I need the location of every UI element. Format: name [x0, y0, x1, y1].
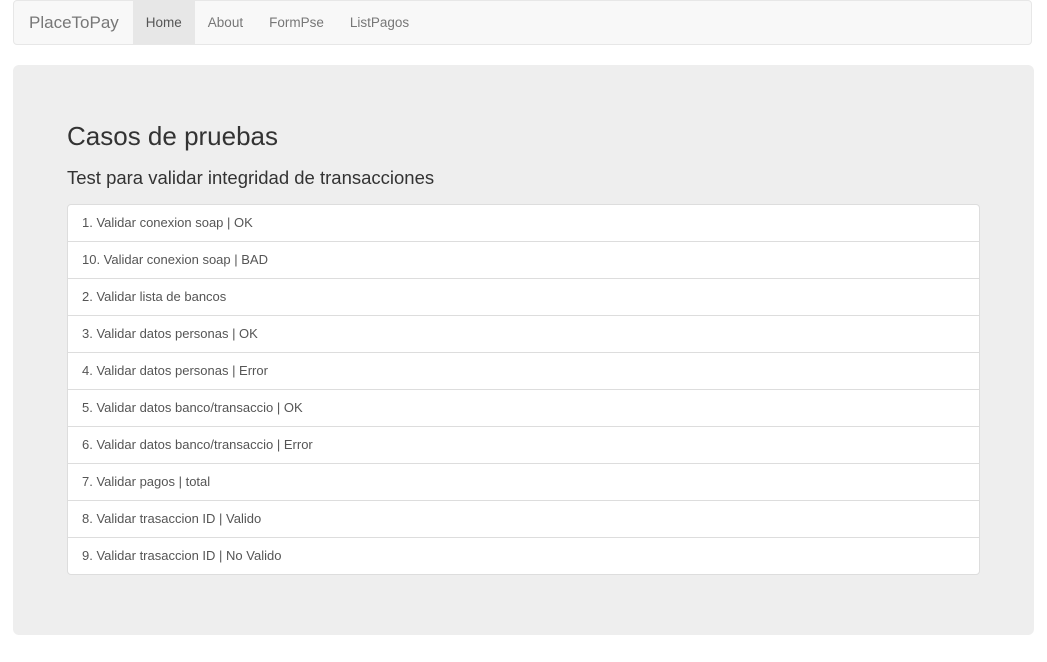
list-item: 3. Validar datos personas | OK	[68, 315, 979, 352]
nav-item-listpagos[interactable]: ListPagos	[337, 1, 422, 44]
list-item: 10. Validar conexion soap | BAD	[68, 241, 979, 278]
page-subtitle: Test para validar integridad de transacc…	[67, 167, 435, 188]
navbar: PlaceToPay Home About FormPse ListPagos	[13, 0, 1032, 45]
test-case-list: 1. Validar conexion soap | OK 10. Valida…	[67, 204, 980, 575]
nav-item-about[interactable]: About	[195, 1, 256, 44]
nav-item-home[interactable]: Home	[132, 1, 195, 44]
list-item: 7. Validar pagos | total	[68, 463, 979, 500]
page-title: Casos de pruebas	[67, 121, 279, 151]
list-item: 6. Validar datos banco/transaccio | Erro…	[68, 426, 979, 463]
nav-item-formpse[interactable]: FormPse	[256, 1, 337, 44]
jumbotron: Casos de pruebas Test para validar integ…	[13, 65, 1034, 635]
list-item: 8. Validar trasaccion ID | Valido	[68, 500, 979, 537]
list-item: 4. Validar datos personas | Error	[68, 352, 979, 389]
brand-link[interactable]: PlaceToPay	[14, 1, 133, 44]
list-item: 5. Validar datos banco/transaccio | OK	[68, 389, 979, 426]
list-item: 2. Validar lista de bancos	[68, 278, 979, 315]
list-item: 1. Validar conexion soap | OK	[82, 215, 253, 230]
list-item: 9. Validar trasaccion ID | No Valido	[68, 537, 979, 574]
nav-menu: Home About FormPse ListPagos	[132, 1, 422, 44]
